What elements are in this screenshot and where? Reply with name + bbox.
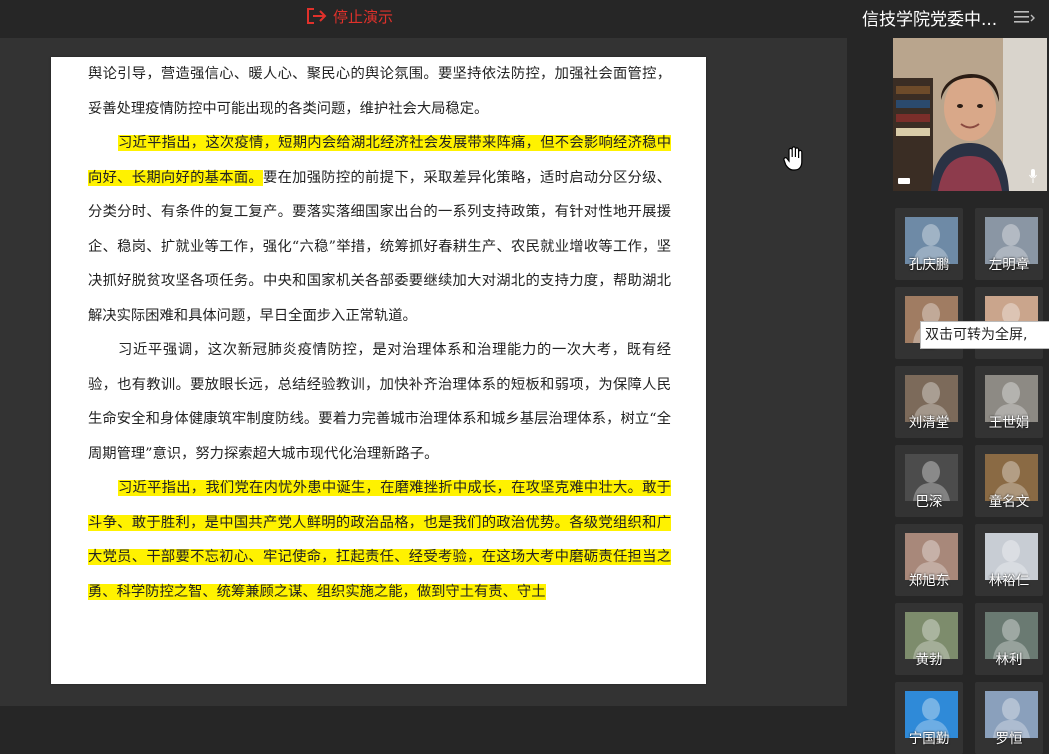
paragraph-3: 习近平强调，这次新冠肺炎疫情防控，是对治理体系和治理能力的一次大考，既有经验，也…	[88, 342, 671, 462]
participant-name: 林利	[995, 652, 1023, 668]
participant-name: 宁国勤	[908, 731, 950, 747]
participant-name: 郑旭东	[908, 573, 950, 589]
participant-tile[interactable]: 刘清堂	[895, 366, 963, 438]
top-bar: 停止演示 信技学院党委中...	[0, 0, 1049, 34]
participant-name: 罗恒	[995, 731, 1023, 747]
participant-tile[interactable]: 郑旭东	[895, 524, 963, 596]
stop-presenting-button[interactable]: 停止演示	[305, 4, 393, 28]
fullscreen-tooltip: 双击可转为全屏,	[920, 321, 1049, 349]
participant-list-icon[interactable]	[1013, 9, 1035, 25]
paragraph-4: 习近平指出，我们党在内忧外患中诞生，在磨难挫折中成长，在攻坚克难中壮大。敢于斗争…	[88, 471, 671, 609]
paragraph-1: 舆论引导，营造强信心、暖人心、聚民心的舆论氛围。要坚持依法防控，加强社会面管控，…	[88, 66, 671, 117]
participant-tile[interactable]: 林利	[975, 603, 1043, 675]
participant-tile[interactable]: 王世娟	[975, 366, 1043, 438]
participant-name: 巴深	[915, 494, 943, 510]
participant-tile[interactable]: 巴深	[895, 445, 963, 517]
meeting-title: 信技学院党委中...	[862, 10, 998, 27]
highlighted-text: 习近平指出，我们党在内忧外患中诞生，在磨难挫折中成长，在攻坚克难中壮大。敢于斗争…	[88, 480, 671, 600]
camera-icon	[898, 178, 910, 184]
participant-tile[interactable]: 宁国勤	[895, 682, 963, 754]
participant-tile[interactable]: 左明章	[975, 208, 1043, 280]
participant-name: 孔庆鹏	[908, 257, 950, 273]
participant-name: 林裕仁	[988, 573, 1030, 589]
paragraph-2: 习近平指出，这次疫情，短期内会给湖北经济社会发展带来阵痛，但不会影响经济稳中向好…	[88, 135, 671, 324]
participant-tile[interactable]: 林裕仁	[975, 524, 1043, 596]
participant-tile[interactable]: 童名文	[975, 445, 1043, 517]
document-page: 舆论引导，营造强信心、暖人心、聚民心的舆论氛围。要坚持依法防控，加强社会面管控，…	[51, 57, 706, 684]
participant-tile[interactable]: 孔庆鹏	[895, 208, 963, 280]
self-video[interactable]	[893, 38, 1047, 191]
participant-name: 王世娟	[988, 415, 1030, 431]
exit-icon	[307, 8, 327, 24]
participant-name: 黄勃	[915, 652, 943, 668]
hand-cursor-icon	[783, 146, 803, 171]
stop-presenting-label: 停止演示	[333, 7, 394, 26]
participant-name: 刘清堂	[908, 415, 950, 431]
participant-tile[interactable]: 罗恒	[975, 682, 1043, 754]
participant-name: 童名文	[988, 494, 1030, 510]
video-frame	[893, 38, 1047, 191]
participant-tile[interactable]: 黄勃	[895, 603, 963, 675]
microphone-icon	[1029, 169, 1037, 183]
participant-name: 左明章	[988, 257, 1030, 273]
